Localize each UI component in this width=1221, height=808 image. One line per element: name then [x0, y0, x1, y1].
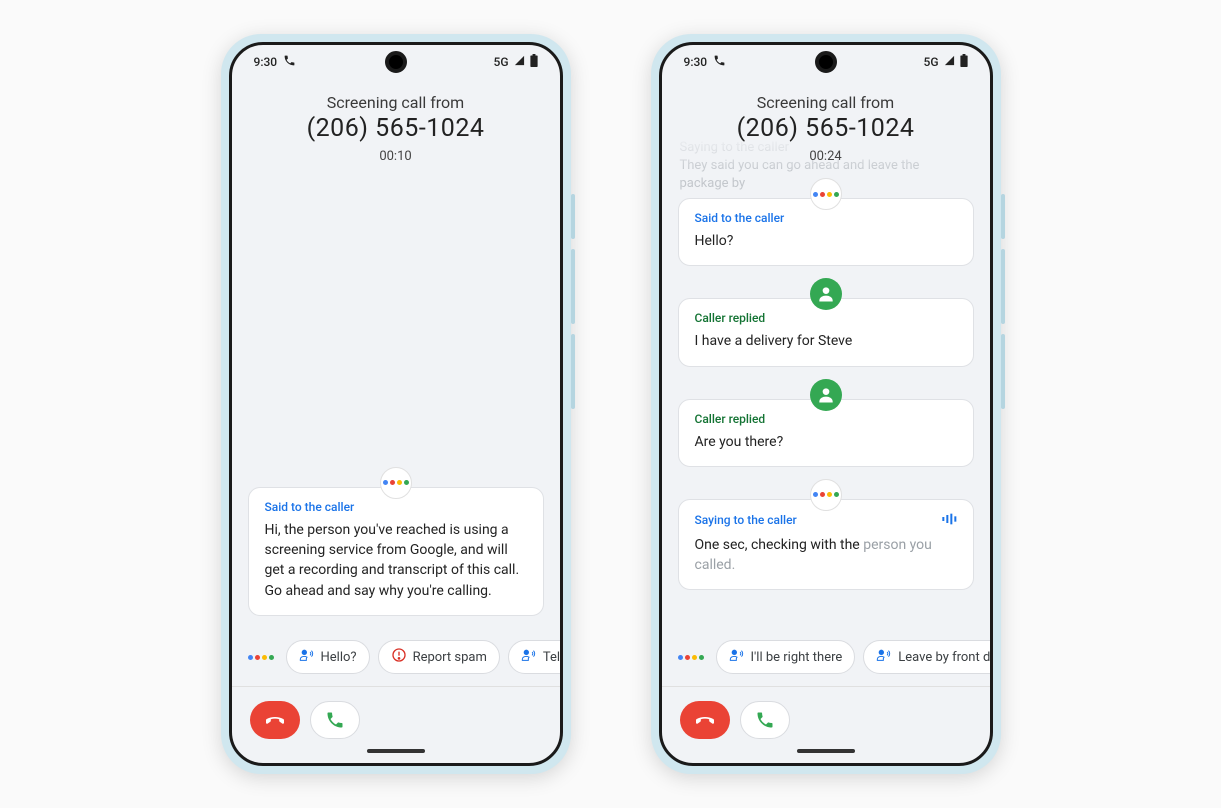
signal-icon	[513, 55, 526, 69]
answer-button[interactable]	[740, 701, 790, 739]
hangup-button[interactable]	[680, 701, 730, 739]
audio-wave-icon	[941, 512, 957, 529]
card-label: Saying to the caller	[695, 513, 797, 527]
network-label: 5G	[494, 55, 509, 69]
card-text: Hi, the person you've reached is using a…	[265, 520, 527, 601]
card-label: Caller replied	[695, 311, 957, 325]
voice-icon	[299, 647, 315, 667]
front-camera	[385, 51, 407, 73]
call-timer: 00:10	[242, 149, 550, 164]
chip-hello[interactable]: Hello?	[286, 640, 370, 674]
call-actions	[662, 687, 990, 749]
nav-handle-icon[interactable]	[367, 749, 425, 753]
phone-icon	[283, 54, 296, 70]
header-title: Screening call from	[672, 93, 980, 112]
status-time: 9:30	[254, 55, 278, 69]
side-button	[571, 194, 575, 239]
chip-label: I'll be right there	[751, 650, 843, 665]
battery-icon	[530, 54, 538, 70]
hangup-button[interactable]	[250, 701, 300, 739]
assistant-avatar-icon	[380, 467, 412, 499]
side-button	[571, 334, 575, 409]
chip-right-there[interactable]: I'll be right there	[716, 640, 856, 674]
card-text: Are you there?	[695, 432, 957, 452]
voice-icon	[521, 647, 537, 667]
phone-icon	[713, 54, 726, 70]
chip-tell-more[interactable]: Tell me mo	[508, 640, 560, 674]
assistant-avatar-icon	[810, 479, 842, 511]
transcript-card: Said to the caller Hi, the person you've…	[248, 487, 544, 616]
network-label: 5G	[924, 55, 939, 69]
side-button	[1001, 194, 1005, 239]
chip-leave-door[interactable]: Leave by front door	[863, 640, 989, 674]
call-timer: 00:24	[672, 149, 980, 164]
chip-label: Tell me mo	[543, 650, 560, 665]
card-label: Said to the caller	[265, 500, 527, 514]
front-camera	[815, 51, 837, 73]
card-label: Caller replied	[695, 412, 957, 426]
chip-report-spam[interactable]: Report spam	[378, 640, 500, 674]
assistant-avatar-icon	[810, 178, 842, 210]
phone-mockup-1: 9:30 5G Screening call from (206) 565-10…	[221, 34, 571, 774]
card-text: One sec, checking with the person you ca…	[695, 535, 957, 576]
card-label: Said to the caller	[695, 211, 957, 225]
caller-avatar-icon	[810, 278, 842, 310]
quick-reply-row: I'll be right there Leave by front door	[662, 628, 990, 686]
assistant-icon	[678, 655, 704, 660]
call-header: Screening call from (206) 565-1024 00:10	[232, 79, 560, 172]
spam-icon	[391, 647, 407, 667]
header-number: (206) 565-1024	[672, 114, 980, 143]
caller-avatar-icon	[810, 379, 842, 411]
nav-bar	[232, 749, 560, 763]
answer-button[interactable]	[310, 701, 360, 739]
phone-mockup-2: 9:30 5G Saying to the caller They said y…	[651, 34, 1001, 774]
transcript-card-saying: Saying to the caller One sec, checking w…	[678, 499, 974, 591]
card-text: Hello?	[695, 231, 957, 251]
status-time: 9:30	[684, 55, 708, 69]
quick-reply-row: Hello? Report spam Tell me mo	[232, 628, 560, 686]
chip-label: Hello?	[321, 650, 357, 665]
header-number: (206) 565-1024	[242, 114, 550, 143]
battery-icon	[960, 54, 968, 70]
signal-icon	[943, 55, 956, 69]
header-title: Screening call from	[242, 93, 550, 112]
chip-label: Leave by front door	[898, 650, 989, 665]
side-button	[1001, 334, 1005, 409]
side-button	[1001, 249, 1005, 324]
card-text: I have a delivery for Steve	[695, 331, 957, 351]
side-button	[571, 249, 575, 324]
nav-handle-icon[interactable]	[797, 749, 855, 753]
nav-bar	[662, 749, 990, 763]
voice-icon	[729, 647, 745, 667]
call-header: Screening call from (206) 565-1024 00:24	[662, 79, 990, 172]
call-actions	[232, 687, 560, 749]
voice-icon	[876, 647, 892, 667]
chip-label: Report spam	[413, 650, 487, 665]
assistant-icon	[248, 655, 274, 660]
